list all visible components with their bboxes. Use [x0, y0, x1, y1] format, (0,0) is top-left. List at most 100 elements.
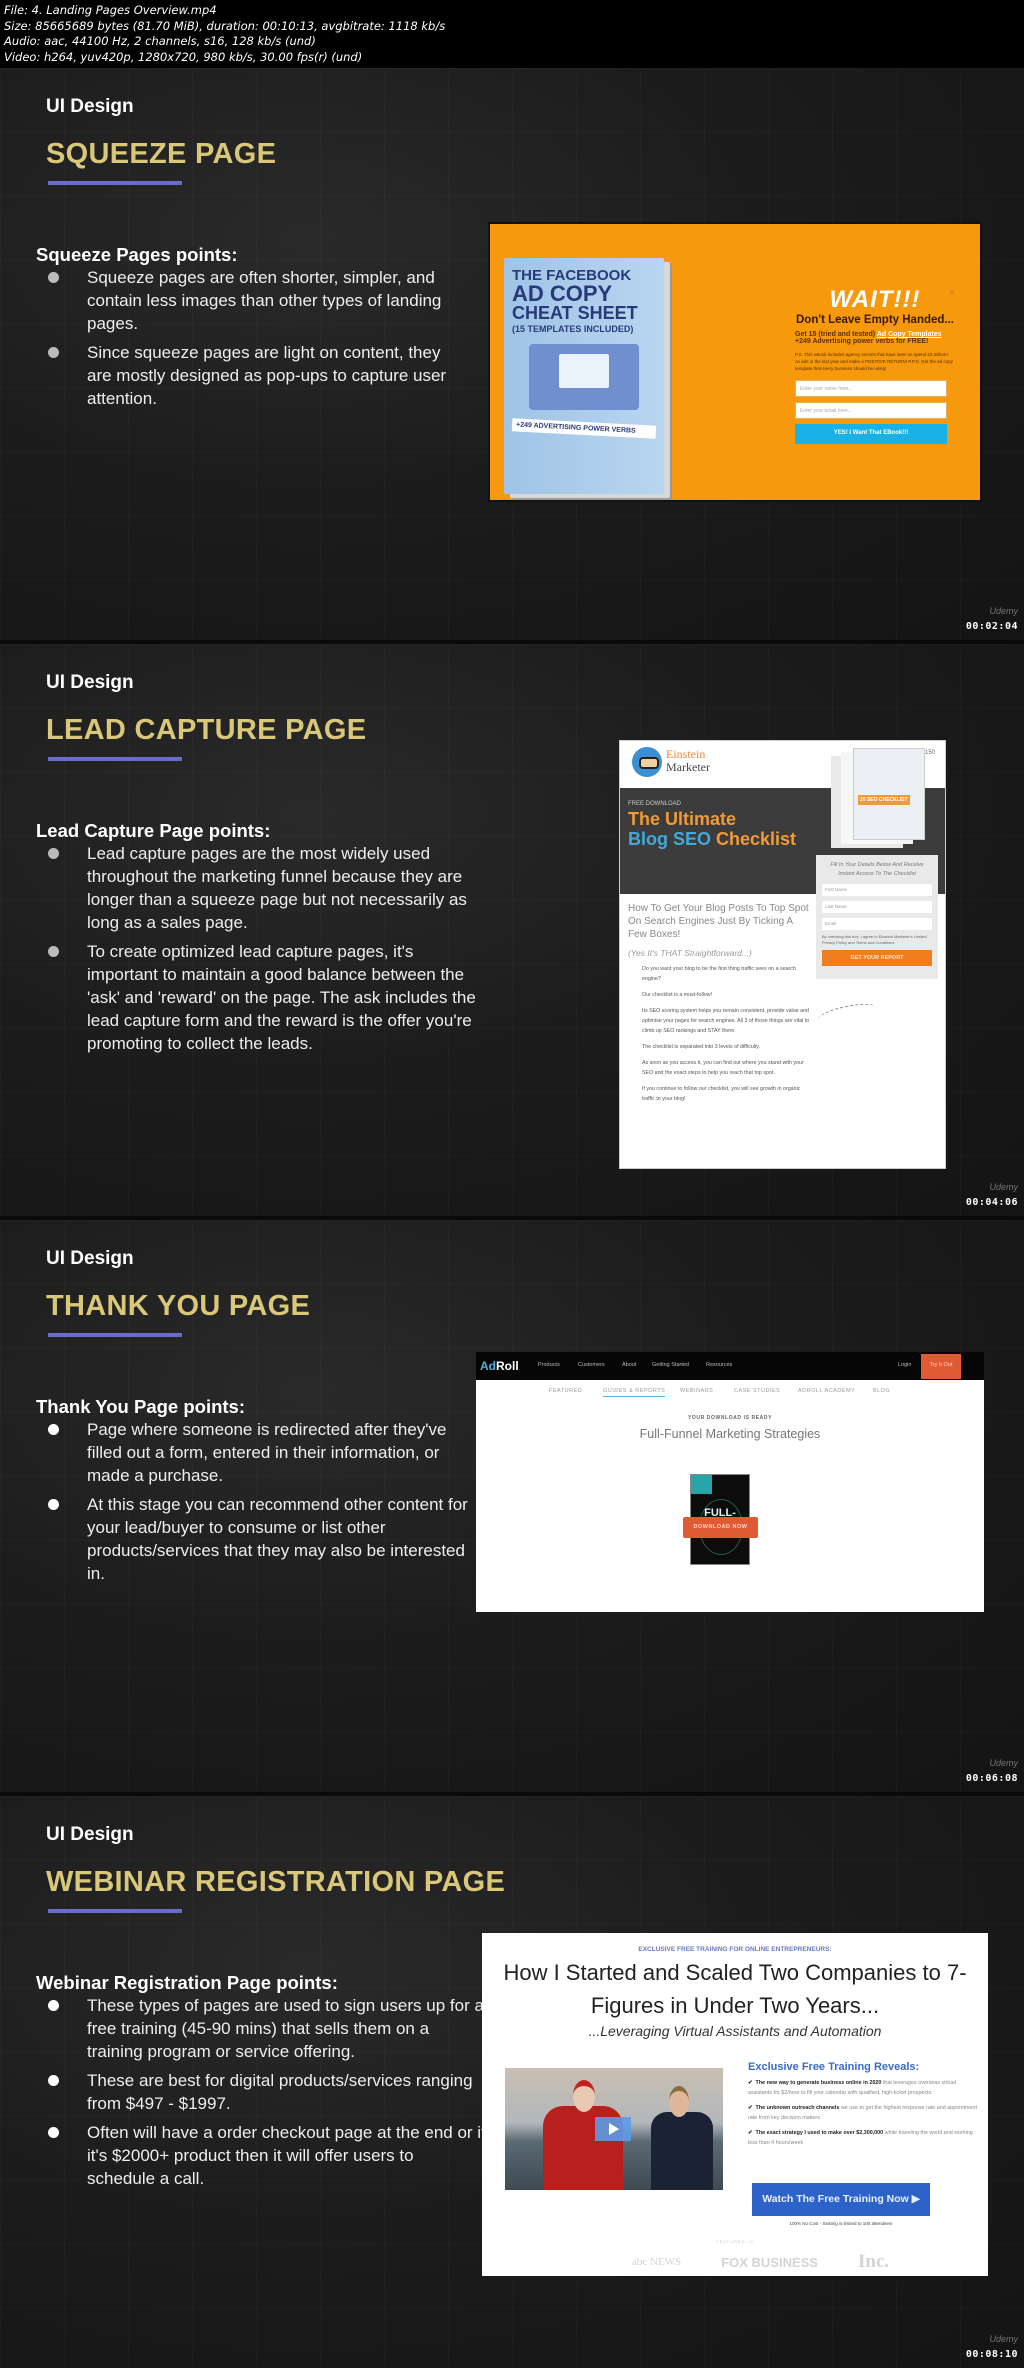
want-ebook-button[interactable]: YES! I Want That EBook!!!	[795, 424, 947, 444]
bullet-icon	[48, 272, 59, 283]
email-input[interactable]: Email	[822, 918, 932, 930]
title-underline	[48, 1909, 182, 1913]
video-watermark: Udemy 00:02:04	[966, 606, 1018, 634]
video-timestamp: 00:06:08	[965, 1773, 1018, 1784]
optin-form: Fill In Your Details Below And Receive I…	[816, 855, 938, 979]
consent-checkbox[interactable]: By checking this box, I agree to Einstei…	[822, 934, 932, 946]
points-heading: Squeeze Pages points:	[36, 244, 238, 265]
checklist-cover-image: 20 SEO CHECKLIST	[853, 748, 925, 840]
top-nav: AdRoll Products Customers About Getting …	[476, 1352, 984, 1380]
file-name: File: 4. Landing Pages Overview.mp4	[4, 3, 217, 17]
sub-nav: FEATURED GUIDES & REPORTS WEBINARS CASE …	[476, 1380, 984, 1402]
video-info: Video: h264, yuv420p, 1280x720, 980 kb/s…	[4, 49, 363, 64]
bullet-icon	[48, 946, 59, 957]
einstein-logo-icon	[632, 747, 662, 777]
point-item: At this stage you can recommend other co…	[46, 1493, 476, 1585]
title-underline	[48, 181, 182, 185]
video-timestamp: 00:02:04	[965, 621, 1018, 632]
udemy-logo: Udemy	[989, 606, 1018, 616]
video-watermark: Udemy 00:04:06	[966, 1182, 1018, 1210]
subnav-adroll-academy[interactable]: ADROLL ACADEMY	[798, 1388, 855, 1394]
last-name-input[interactable]: Last Name	[822, 901, 932, 913]
point-item: Squeeze pages are often shorter, simpler…	[46, 266, 466, 335]
squeeze-page-screenshot: THE FACEBOOK AD COPY CHEAT SHEET (15 TEM…	[488, 222, 982, 502]
slide-title: WEBINAR REGISTRATION PAGE	[46, 1866, 506, 1898]
video-watermark: Udemy 00:08:10	[966, 2334, 1018, 2362]
press-logos: abc NEWS FOX BUSINESS Inc.	[632, 2251, 889, 2273]
try-it-out-button[interactable]: Try It Out	[921, 1354, 961, 1379]
udemy-logo: Udemy	[989, 1182, 1018, 1192]
bullet-icon	[48, 2000, 59, 2011]
fox-business-logo: FOX BUSINESS	[721, 2254, 818, 2270]
bullet-icon	[48, 848, 59, 859]
login-link[interactable]: Login	[898, 1362, 911, 1368]
subnav-blog[interactable]: BLOG	[873, 1388, 890, 1394]
get-report-button[interactable]: GET YOUR REPORT	[822, 950, 932, 966]
exit-popup: × WAIT!!! Don't Leave Empty Handed... Ge…	[795, 286, 955, 444]
subnav-featured[interactable]: FEATURED	[549, 1388, 582, 1394]
adroll-logo: AdRoll	[480, 1359, 519, 1373]
checkmark-icon: ✔	[748, 2130, 753, 2136]
point-item: These are best for digital products/serv…	[46, 2069, 486, 2115]
point-item: These types of pages are used to sign us…	[46, 1994, 486, 2063]
nav-about[interactable]: About	[622, 1362, 636, 1368]
video-watermark: Udemy 00:06:08	[966, 1758, 1018, 1786]
points-heading: Thank You Page points:	[36, 1396, 246, 1417]
file-info-header: File: 4. Landing Pages Overview.mp4 Size…	[0, 0, 1024, 66]
download-ready-label: YOUR DOWNLOAD IS READY	[687, 1415, 773, 1421]
title-underline	[48, 1333, 182, 1337]
adroll-mark-icon	[691, 1475, 712, 1494]
points-heading: Webinar Registration Page points:	[36, 1972, 338, 1993]
download-title: Full-Funnel Marketing Strategies	[639, 1427, 821, 1441]
subnav-case-studies[interactable]: CASE STUDIES	[734, 1388, 780, 1394]
points-list: These types of pages are used to sign us…	[46, 1994, 486, 2196]
email-input[interactable]: Enter your email here...	[795, 402, 947, 419]
abc-news-logo: abc NEWS	[632, 2256, 682, 2268]
point-item: To create optimized lead capture pages, …	[46, 940, 486, 1055]
subnav-webinars[interactable]: WEBINARS	[680, 1388, 713, 1394]
play-icon[interactable]	[595, 2117, 631, 2141]
bullet-icon	[48, 1424, 59, 1435]
page-body: How To Get Your Blog Posts To Top Spot O…	[628, 903, 810, 1102]
title-underline	[48, 757, 182, 761]
point-item: Often will have a order checkout page at…	[46, 2121, 486, 2190]
close-icon[interactable]: ×	[949, 288, 955, 299]
nav-products[interactable]: Products	[538, 1362, 560, 1368]
name-input[interactable]: Enter your name here...	[795, 380, 947, 397]
ad-copy-link[interactable]: Ad Copy Templates	[877, 331, 942, 338]
watch-training-button[interactable]: Watch The Free Training Now ▶	[752, 2183, 930, 2216]
bullet-icon	[48, 347, 59, 358]
first-name-input[interactable]: First Name	[822, 884, 932, 896]
inc-logo: Inc.	[857, 2251, 890, 2272]
ebook-cover: THE FACEBOOK AD COPY CHEAT SHEET (15 TEM…	[504, 258, 664, 494]
point-item: Since squeeze pages are light on content…	[46, 341, 466, 410]
reveal-item: ✔ The exact strategy I used to make over …	[748, 2130, 973, 2146]
laptop-illustration	[529, 344, 639, 410]
slide-kicker: UI Design	[46, 1824, 134, 1845]
video-timestamp: 00:08:10	[965, 2349, 1018, 2360]
slide-kicker: UI Design	[46, 1248, 134, 1269]
nav-getting-started[interactable]: Getting Started	[652, 1362, 689, 1368]
nav-customers[interactable]: Customers	[578, 1362, 605, 1368]
subnav-guides-reports[interactable]: GUIDES & REPORTS	[603, 1388, 666, 1397]
nav-resources[interactable]: Resources	[706, 1362, 732, 1368]
slide-title: LEAD CAPTURE PAGE	[46, 714, 367, 746]
video-player[interactable]	[505, 2068, 723, 2190]
reveal-item: ✔ The unknown outreach channels we use to…	[748, 2105, 977, 2121]
download-now-button[interactable]: DOWNLOAD NOW	[683, 1517, 758, 1538]
points-heading: Lead Capture Page points:	[36, 820, 271, 841]
point-item: Lead capture pages are the most widely u…	[46, 842, 486, 934]
bullet-icon	[48, 1499, 59, 1510]
reveal-item: ✔ The new way to generate business online…	[748, 2080, 956, 2096]
file-size: Size: 85665689 bytes (81.70 MiB), durati…	[4, 18, 446, 33]
points-list: Lead capture pages are the most widely u…	[46, 842, 486, 1061]
bullet-icon	[48, 2075, 59, 2086]
reveals-list: Exclusive Free Training Reveals: ✔ The ne…	[748, 2061, 977, 2146]
udemy-logo: Udemy	[989, 1758, 1018, 1768]
webinar-screenshot: EXCLUSIVE FREE TRAINING FOR ONLINE ENTRE…	[482, 1933, 988, 2276]
slide-title: THANK YOU PAGE	[46, 1290, 311, 1322]
video-timestamp: 00:04:06	[965, 1197, 1018, 1208]
lead-capture-screenshot: Einstein Marketer ☎ +44 (0) 203 500 1150…	[619, 740, 946, 1169]
arrow-icon	[815, 999, 879, 1029]
checkmark-icon: ✔	[748, 2105, 753, 2111]
